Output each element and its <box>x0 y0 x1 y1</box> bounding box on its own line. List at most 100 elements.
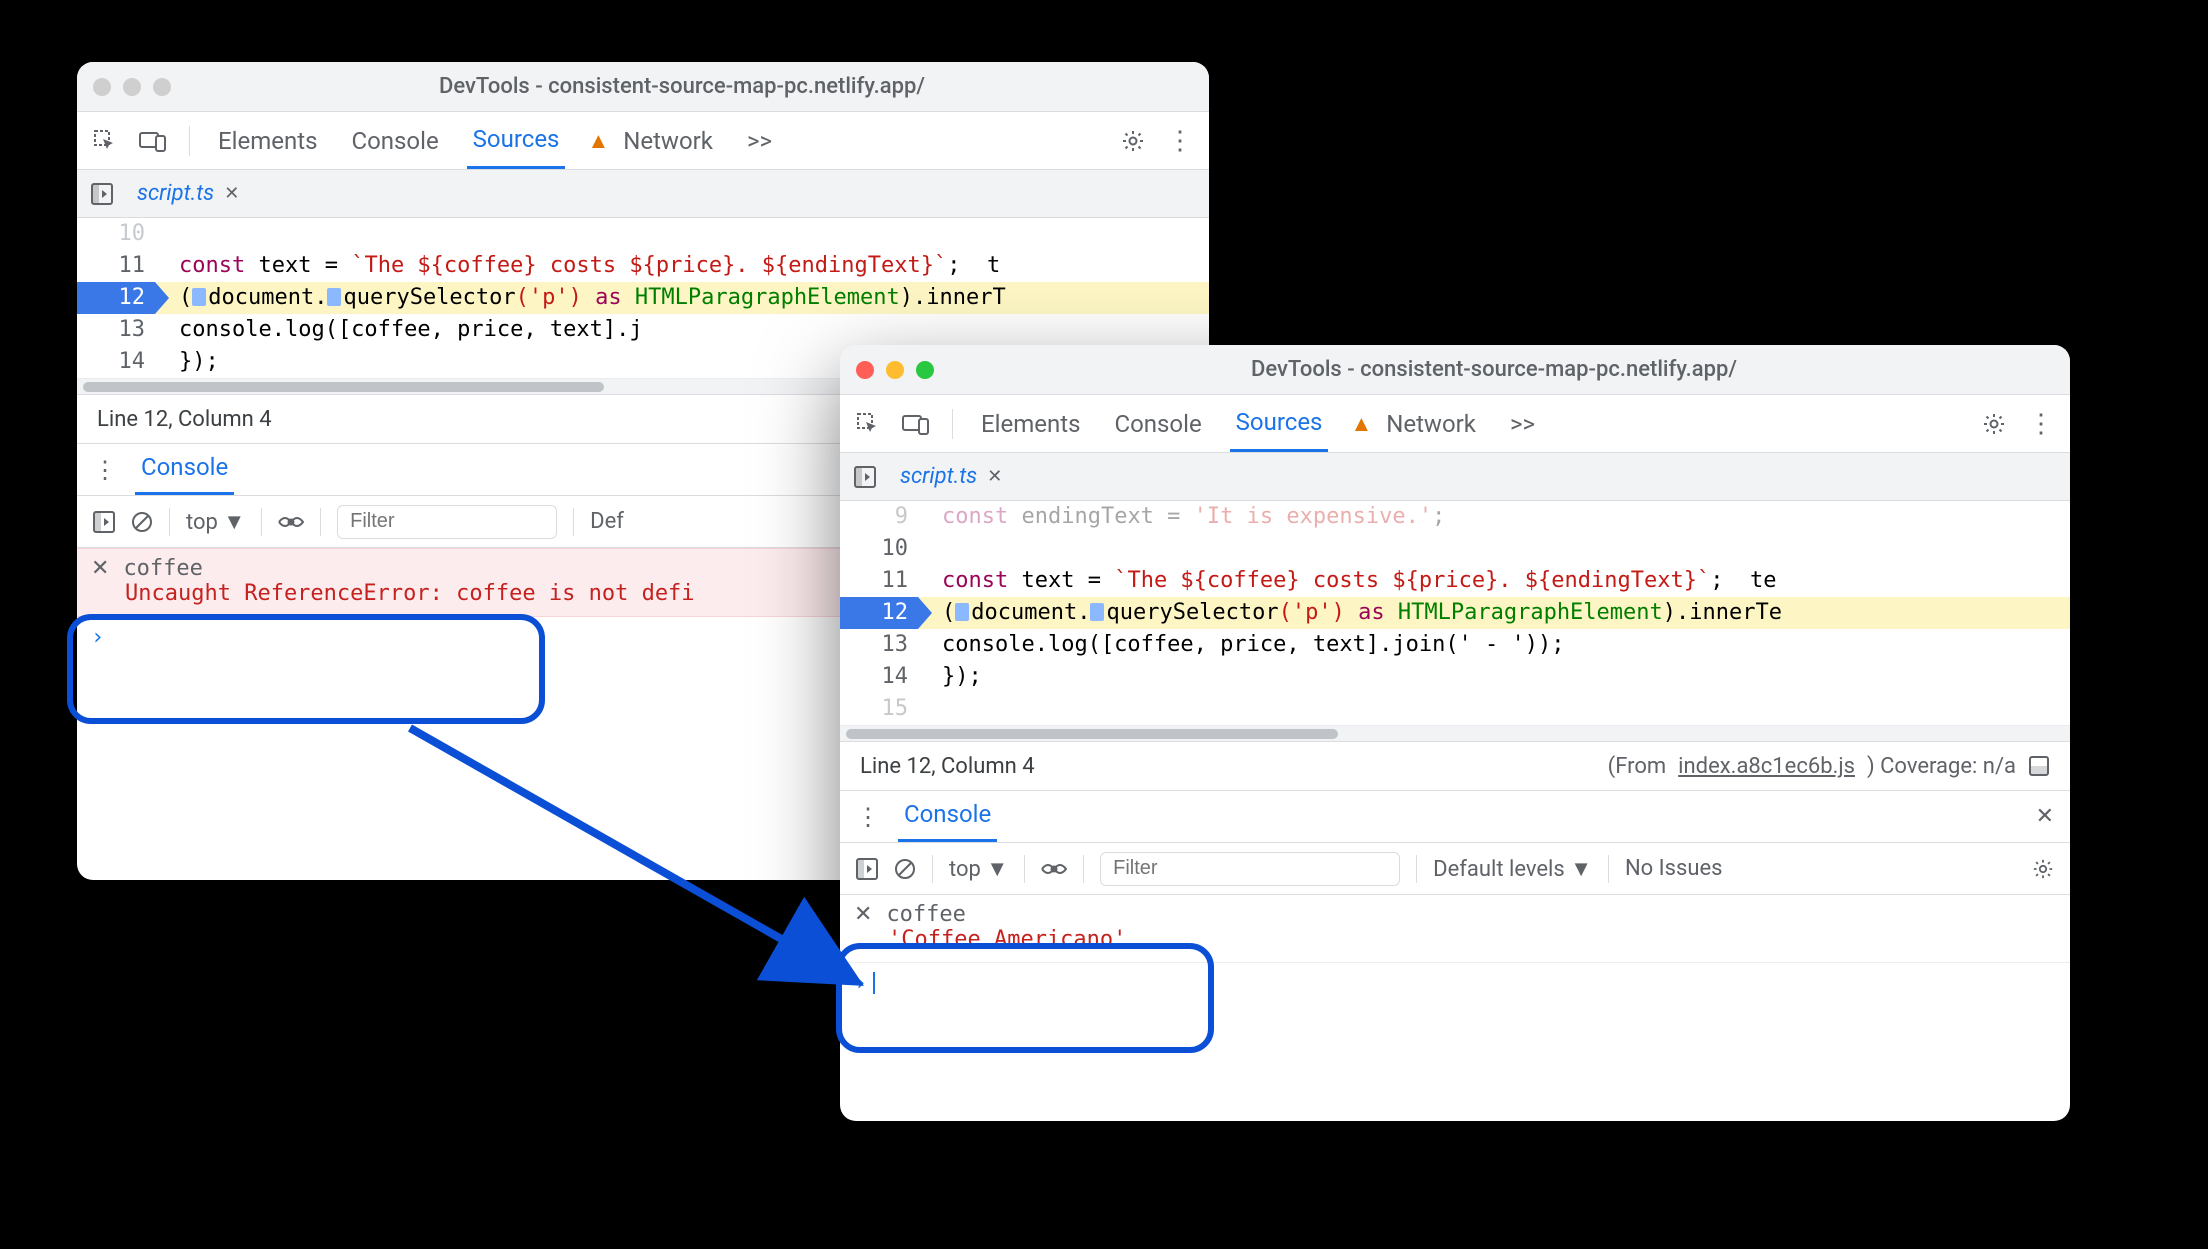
code-line-11: const text = `The ${coffee} costs ${pric… <box>155 250 1209 282</box>
file-tab-script[interactable]: script.ts ✕ <box>890 464 1012 489</box>
kebab-icon[interactable]: ⋮ <box>1167 126 1193 156</box>
gutter-13: 13 <box>840 629 918 661</box>
tab-elements[interactable]: Elements <box>212 112 323 169</box>
gear-icon[interactable] <box>1121 129 1145 153</box>
gutter-12-current: 12 <box>77 282 155 314</box>
clear-console-icon[interactable] <box>894 858 916 880</box>
console-settings-icon[interactable] <box>2032 858 2054 880</box>
minimize-dot[interactable] <box>123 78 141 96</box>
file-tab-label: script.ts <box>900 464 977 489</box>
window-title: DevTools - consistent-source-map-pc.netl… <box>171 74 1193 99</box>
device-toggle-icon[interactable] <box>139 130 167 152</box>
file-tab-bar: script.ts ✕ <box>77 170 1209 218</box>
main-toolbar: Elements Console Sources ▲ Network >> ⋮ <box>77 112 1209 170</box>
console-output: ✕coffee 'Coffee Americano' › <box>840 895 2070 1004</box>
console-expression: coffee <box>123 556 202 581</box>
debug-marker-icon <box>1090 603 1104 621</box>
zoom-dot[interactable] <box>153 78 171 96</box>
gutter-13: 13 <box>77 314 155 346</box>
live-expression-icon[interactable] <box>278 512 304 532</box>
window-controls[interactable] <box>93 78 171 96</box>
debug-marker-icon <box>192 288 206 306</box>
window-title: DevTools - consistent-source-map-pc.netl… <box>934 357 2054 382</box>
tab-elements[interactable]: Elements <box>975 395 1086 452</box>
gear-icon[interactable] <box>1982 412 2006 436</box>
file-tab-bar: script.ts ✕ <box>840 453 2070 501</box>
source-link[interactable]: index.a8c1ec6b.js <box>1678 754 1855 779</box>
warning-icon: ▲ <box>587 128 609 154</box>
minimize-dot[interactable] <box>886 361 904 379</box>
inspect-icon[interactable] <box>856 412 880 436</box>
close-dot[interactable] <box>856 361 874 379</box>
code-line-14: }); <box>918 661 2070 693</box>
navigator-toggle-icon[interactable] <box>854 466 876 488</box>
clear-entry-icon[interactable]: ✕ <box>91 555 109 580</box>
code-line-12: (document.querySelector('p') as HTMLPara… <box>155 282 1209 314</box>
device-toggle-icon[interactable] <box>902 413 930 435</box>
gutter-11: 11 <box>77 250 155 282</box>
kebab-icon[interactable]: ⋮ <box>856 803 880 831</box>
tab-console[interactable]: Console <box>345 112 444 169</box>
zoom-dot[interactable] <box>916 361 934 379</box>
context-selector[interactable]: top ▼ <box>949 856 1008 882</box>
horizontal-scrollbar[interactable] <box>840 725 2070 741</box>
tabs-overflow[interactable]: >> <box>1504 395 1541 452</box>
close-file-icon[interactable]: ✕ <box>987 466 1002 487</box>
gutter-14: 14 <box>77 346 155 378</box>
gutter-12-current: 12 <box>840 597 918 629</box>
main-toolbar: Elements Console Sources ▲ Network >> ⋮ <box>840 395 2070 453</box>
navigator-toggle-icon[interactable] <box>91 183 113 205</box>
debug-marker-icon <box>955 603 969 621</box>
close-drawer-icon[interactable]: ✕ <box>2036 804 2054 829</box>
issues-button[interactable]: No Issues <box>1625 856 1723 881</box>
gutter-14: 14 <box>840 661 918 693</box>
console-eval-entry: ✕coffee 'Coffee Americano' <box>840 895 2070 963</box>
code-line-13: console.log([coffee, price, text].join('… <box>918 629 2070 661</box>
live-expression-icon[interactable] <box>1041 859 1067 879</box>
console-toolbar: top ▼ Default levels ▼ No Issues <box>840 843 2070 895</box>
close-file-icon[interactable]: ✕ <box>224 183 239 204</box>
log-levels-selector[interactable]: Default levels ▼ <box>1433 856 1592 882</box>
code-editor[interactable]: 9const endingText = 'It is expensive.'; … <box>840 501 2070 725</box>
console-filter-input[interactable] <box>337 505 557 539</box>
debug-marker-icon <box>327 288 341 306</box>
tab-console[interactable]: Console <box>1108 395 1207 452</box>
tab-network[interactable]: Network <box>1380 395 1482 452</box>
console-prompt[interactable]: › <box>840 963 2070 1004</box>
tab-network[interactable]: Network <box>617 112 719 169</box>
context-selector[interactable]: top ▼ <box>186 509 245 535</box>
clear-console-icon[interactable] <box>131 511 153 533</box>
gutter-11: 11 <box>840 565 918 597</box>
code-line-11: const text = `The ${coffee} costs ${pric… <box>918 565 2070 597</box>
drawer-header: ⋮ Console ✕ <box>840 791 2070 843</box>
log-levels-selector[interactable]: Def <box>590 509 624 534</box>
clear-entry-icon[interactable]: ✕ <box>854 901 872 926</box>
divider <box>189 126 190 156</box>
code-line-9: const endingText = 'It is expensive.'; <box>918 501 2070 533</box>
drawer-tab-console[interactable]: Console <box>135 444 234 495</box>
gutter-10: 10 <box>77 218 155 250</box>
file-tab-script[interactable]: script.ts ✕ <box>127 181 249 206</box>
cursor-position: Line 12, Column 4 <box>97 407 272 432</box>
coverage-toggle-icon[interactable] <box>2028 755 2050 777</box>
gutter-10: 10 <box>840 533 918 565</box>
inspect-icon[interactable] <box>93 129 117 153</box>
drawer-tab-console[interactable]: Console <box>898 791 997 842</box>
sidebar-toggle-icon[interactable] <box>856 858 878 880</box>
close-dot[interactable] <box>93 78 111 96</box>
window-controls[interactable] <box>856 361 934 379</box>
sidebar-toggle-icon[interactable] <box>93 511 115 533</box>
kebab-icon[interactable]: ⋮ <box>2028 409 2054 439</box>
console-filter-input[interactable] <box>1100 852 1400 886</box>
titlebar: DevTools - consistent-source-map-pc.netl… <box>77 62 1209 112</box>
gutter-15: 15 <box>840 693 918 725</box>
kebab-icon[interactable]: ⋮ <box>93 456 117 484</box>
tabs-overflow[interactable]: >> <box>741 112 778 169</box>
tab-sources[interactable]: Sources <box>467 112 566 169</box>
titlebar: DevTools - consistent-source-map-pc.netl… <box>840 345 2070 395</box>
warning-icon: ▲ <box>1350 411 1372 437</box>
tab-sources[interactable]: Sources <box>1230 395 1329 452</box>
error-label: Uncaught ReferenceError: <box>125 581 443 606</box>
devtools-window-after: DevTools - consistent-source-map-pc.netl… <box>840 345 2070 1121</box>
editor-statusbar: Line 12, Column 4 (From index.a8c1ec6b.j… <box>840 741 2070 791</box>
